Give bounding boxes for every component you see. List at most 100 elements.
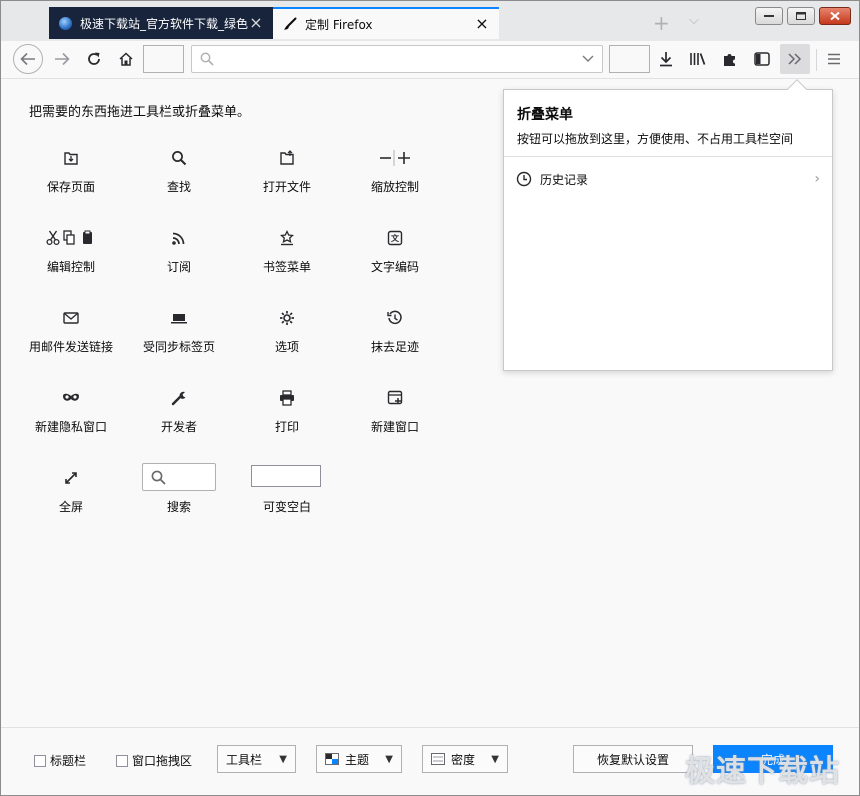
- title-bar-checkbox[interactable]: 标题栏: [34, 752, 86, 769]
- palette-item-label: 用邮件发送链接: [28, 340, 113, 354]
- palette-item-new-window[interactable]: 新建窗口: [341, 383, 449, 453]
- palette-item-save-page[interactable]: 保存页面: [17, 143, 125, 213]
- palette-item-subscribe[interactable]: 订阅: [125, 223, 233, 293]
- bookmark-menu-icon: [280, 230, 294, 246]
- extensions-button[interactable]: [715, 44, 745, 74]
- palette-item-open-file[interactable]: 打开文件: [233, 143, 341, 213]
- tab-customize-firefox[interactable]: 定制 Firefox ×: [273, 7, 499, 39]
- chevron-right-icon: ›: [814, 171, 820, 187]
- text-encoding-icon: 文: [387, 230, 403, 246]
- palette-item-label: 抹去足迹: [370, 340, 419, 354]
- sidebar-icon: [754, 52, 770, 66]
- restore-defaults-button[interactable]: 恢复默认设置: [573, 745, 693, 773]
- flexible-space: [609, 45, 650, 73]
- checkbox-label: 窗口拖拽区: [132, 754, 193, 768]
- palette-item-fullscreen[interactable]: 全屏: [17, 463, 125, 533]
- maximize-button[interactable]: [787, 7, 815, 25]
- navigation-toolbar: [1, 41, 859, 79]
- search-box-icon: [142, 463, 216, 491]
- checkbox-icon[interactable]: [34, 754, 46, 767]
- palette-item-label: 新建窗口: [370, 420, 419, 434]
- density-icon: [431, 753, 445, 765]
- palette-item-options[interactable]: 选项: [233, 303, 341, 373]
- paintbrush-icon: [284, 17, 297, 30]
- toolbar-separator: [816, 49, 817, 71]
- open-file-icon: [280, 150, 294, 165]
- palette-item-email-link[interactable]: 用邮件发送链接: [17, 303, 125, 373]
- palette-item-label: 受同步标签页: [142, 340, 215, 354]
- palette-item-label: 可变空白: [262, 500, 311, 514]
- new-tab-icon[interactable]: +: [653, 11, 670, 35]
- chevron-down-icon[interactable]: [582, 55, 594, 63]
- download-icon: [660, 52, 672, 67]
- url-input[interactable]: [220, 49, 570, 69]
- palette-item-forget[interactable]: 抹去足迹: [341, 303, 449, 373]
- chevron-down-icon[interactable]: ⌵: [689, 13, 699, 28]
- dropdown-label: 密度: [451, 752, 476, 767]
- restore-window-icon: [796, 12, 806, 20]
- toolbars-dropdown[interactable]: 工具栏 ▼: [217, 745, 296, 773]
- dropdown-label: 主题: [345, 752, 370, 767]
- palette-item-label: 查找: [166, 180, 191, 194]
- svg-text:文: 文: [391, 233, 400, 243]
- palette-item-flexible-space[interactable]: 可变空白: [233, 463, 341, 533]
- reload-button[interactable]: [79, 44, 109, 74]
- puzzle-icon: [724, 54, 735, 66]
- chevron-down-icon: ▼: [385, 753, 393, 765]
- globe-icon: [59, 16, 72, 30]
- palette-item-edit-controls[interactable]: 编辑控制: [17, 223, 125, 293]
- search-icon: [151, 470, 166, 485]
- edit-controls-icon: [46, 230, 92, 246]
- sidebar-button[interactable]: [747, 44, 777, 74]
- themes-dropdown[interactable]: 主题 ▼: [316, 745, 402, 773]
- drag-space-checkbox[interactable]: 窗口拖拽区: [116, 752, 192, 769]
- library-icon: [690, 53, 706, 65]
- url-bar[interactable]: [191, 45, 603, 73]
- save-page-icon: [64, 152, 78, 165]
- theme-swatch-icon: [325, 753, 339, 765]
- density-dropdown[interactable]: 密度 ▼: [422, 745, 508, 773]
- palette-item-private-window[interactable]: 新建隐私窗口: [17, 383, 125, 453]
- palette-item-label: 订阅: [166, 260, 191, 274]
- email-link-icon: [63, 312, 79, 324]
- private-window-icon: [63, 393, 79, 401]
- customize-area: 把需要的东西拖进工具栏或折叠菜单。 保存页面 查找 打开文件 缩放控制 编辑控制…: [1, 79, 859, 727]
- palette-item-developer[interactable]: 开发者: [125, 383, 233, 453]
- tab-download-site[interactable]: 极速下载站_官方软件下载_绿色 ×: [49, 7, 273, 39]
- overflow-menu-button[interactable]: [780, 44, 810, 74]
- palette-item-label: 书签菜单: [262, 260, 311, 274]
- forget-history-icon: [387, 310, 402, 325]
- palette-item-zoom-controls[interactable]: 缩放控制: [341, 143, 449, 213]
- library-button[interactable]: [683, 44, 713, 74]
- downloads-button[interactable]: [651, 44, 681, 74]
- palette-item-text-encoding[interactable]: 文 文字编码: [341, 223, 449, 293]
- forward-button[interactable]: [47, 44, 77, 74]
- palette-item-search[interactable]: 搜索: [125, 463, 233, 533]
- palette-item-print[interactable]: 打印: [233, 383, 341, 453]
- reload-icon: [88, 52, 100, 65]
- palette-item-bookmarks-menu[interactable]: 书签菜单: [233, 223, 341, 293]
- customize-instructions: 把需要的东西拖进工具栏或折叠菜单。: [29, 105, 251, 120]
- checkbox-icon[interactable]: [116, 754, 128, 767]
- search-icon: [200, 52, 214, 66]
- panel-title: 折叠菜单: [517, 107, 573, 123]
- arrow-left-icon: [20, 52, 35, 66]
- back-button[interactable]: [13, 44, 43, 74]
- palette-item-synced-tabs[interactable]: 受同步标签页: [125, 303, 233, 373]
- palette-item-label: 开发者: [160, 420, 197, 434]
- overflow-panel: 折叠菜单 按钮可以拖放到这里，方便使用、不占用工具栏空间 历史记录 ›: [503, 79, 833, 371]
- overflow-item-history[interactable]: 历史记录 ›: [510, 166, 826, 192]
- palette-item-label: 保存页面: [46, 180, 95, 194]
- menu-button[interactable]: [819, 44, 849, 74]
- palette-item-find[interactable]: 查找: [125, 143, 233, 213]
- home-button[interactable]: [111, 44, 141, 74]
- minimize-button[interactable]: [755, 7, 783, 25]
- close-window-button[interactable]: [819, 7, 851, 25]
- wrench-icon: [171, 391, 186, 406]
- close-tab-icon[interactable]: ×: [475, 16, 489, 32]
- close-tab-icon[interactable]: ×: [249, 15, 263, 31]
- minimize-icon: [764, 15, 774, 17]
- close-icon: [830, 11, 840, 21]
- rss-icon: [172, 232, 185, 245]
- firefox-window: 极速下载站_官方软件下载_绿色 × 定制 Firefox × + ⌵ 把需要的东…: [0, 0, 860, 796]
